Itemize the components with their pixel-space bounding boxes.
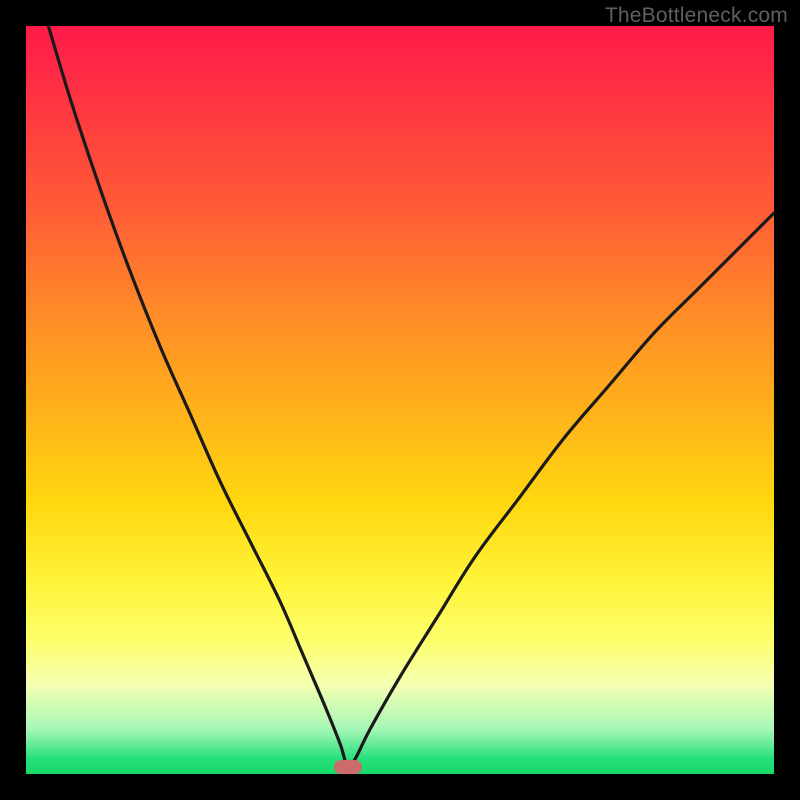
bottleneck-curve: [26, 26, 774, 774]
plot-area: [26, 26, 774, 774]
watermark-text: TheBottleneck.com: [605, 4, 788, 28]
minimum-marker: [334, 760, 362, 774]
chart-frame: TheBottleneck.com: [0, 0, 800, 800]
